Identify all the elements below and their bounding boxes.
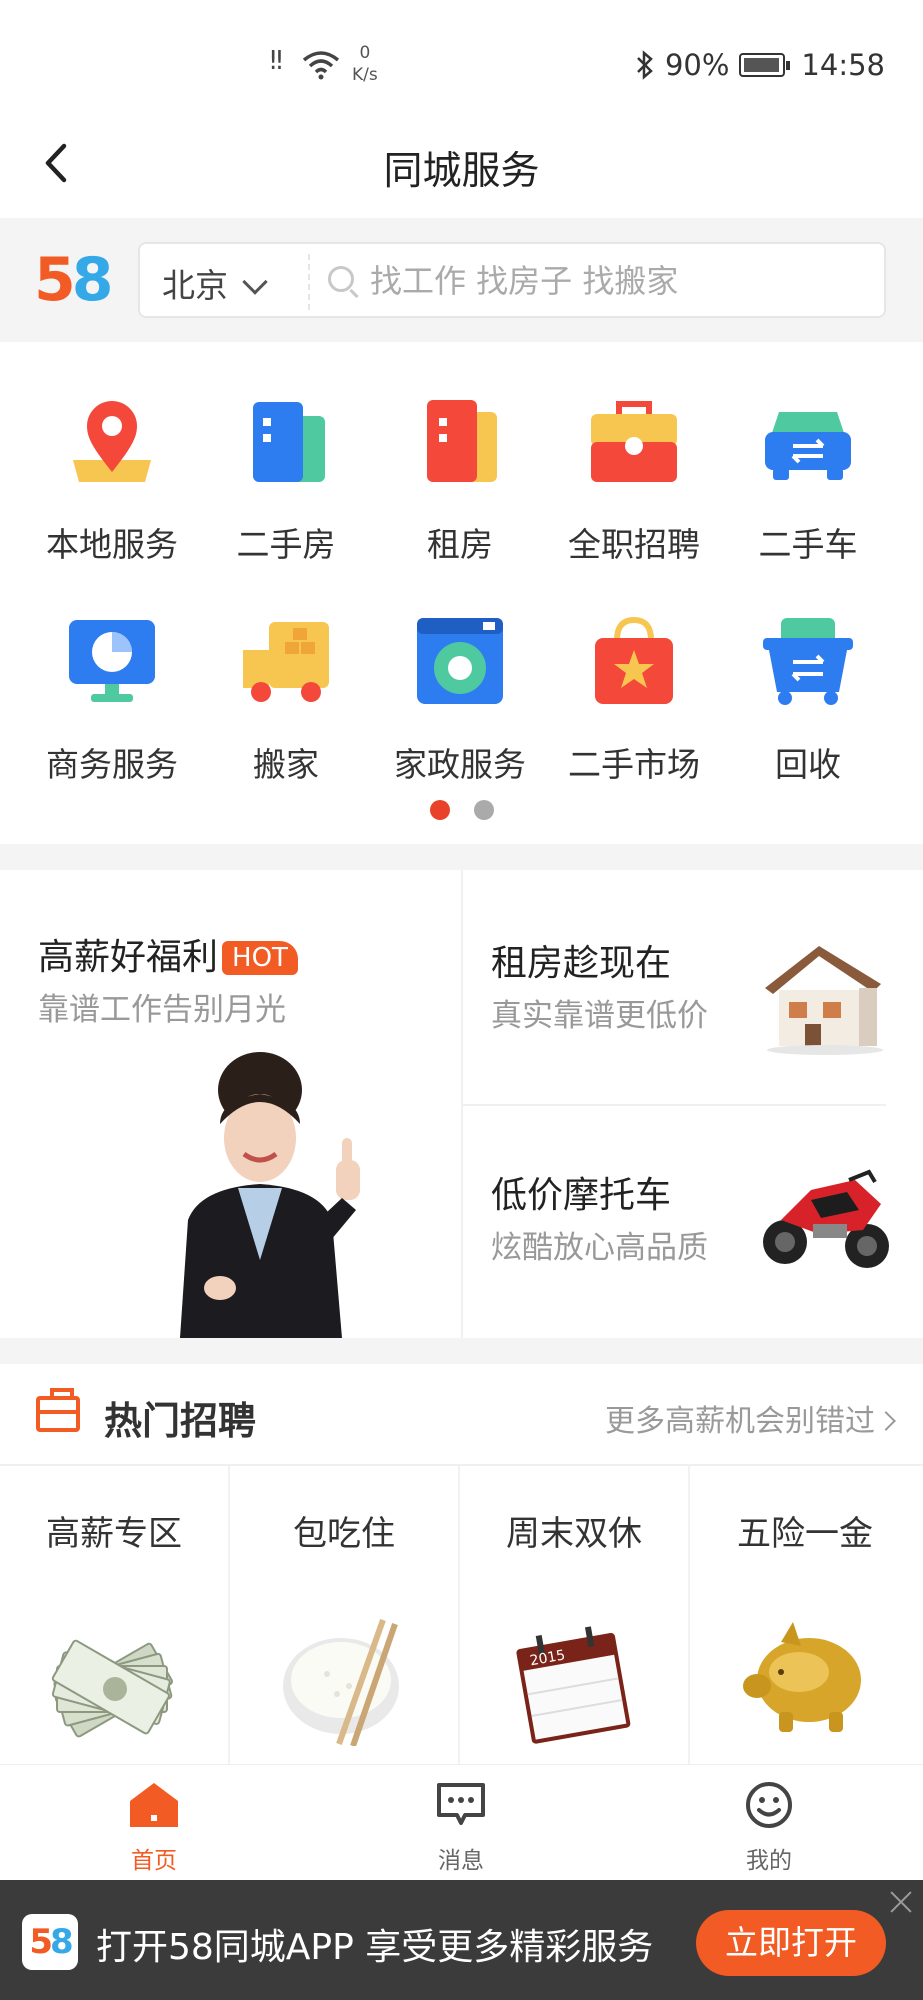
bluetooth-icon [637, 50, 653, 80]
location-pin-icon [73, 401, 151, 482]
promo-title: 高薪好福利 HOT [38, 928, 298, 980]
category-used-car[interactable]: 二手车 [720, 394, 896, 566]
category-fulltime-jobs[interactable]: 全职招聘 [546, 394, 722, 566]
tab-messages[interactable]: 消息 [401, 1781, 521, 1875]
tab-label: 我的 [746, 1848, 792, 1874]
category-grid: 本地服务 二手房 租房 全职招聘 二手车 商务服务 搬家 家政服务 二手市场 回… [0, 342, 923, 844]
category-second-hand-market[interactable]: 二手市场 [546, 614, 722, 786]
job-category-benefits[interactable]: 五险一金 [690, 1466, 920, 1764]
message-icon [437, 1783, 485, 1825]
hot-badge: HOT [222, 941, 298, 975]
tab-label: 消息 [438, 1848, 484, 1874]
network-speed: 0 K/s [352, 43, 378, 85]
smiley-icon [746, 1782, 792, 1828]
bottom-tab-bar: 首页 消息 我的 [0, 1764, 923, 1880]
promo-rent[interactable]: 租房趁现在 真实靠谱更低价 [463, 870, 923, 1104]
battery-percent: 90% [664, 48, 730, 82]
car-icon [765, 412, 851, 480]
page-title: 同城服务 [383, 149, 540, 194]
briefcase-icon [591, 401, 677, 482]
category-label: 二手房 [236, 525, 336, 564]
tab-me[interactable]: 我的 [709, 1781, 829, 1875]
recycle-cart-icon [763, 618, 853, 705]
job-category-label: 周末双休 [506, 1514, 642, 1554]
more-jobs-link[interactable]: 更多高薪机会别错过 [605, 1396, 896, 1440]
promo-title: 租房趁现在 [491, 943, 672, 984]
promo-subtitle: 真实靠谱更低价 [491, 998, 708, 1034]
banner-text: 打开58同城APP 享受更多精彩服务 [96, 1927, 654, 1968]
money-icon [51, 1639, 173, 1738]
piggy-bank-icon [743, 1622, 861, 1732]
search-input[interactable] [370, 258, 860, 304]
notification-icon: ‼ [270, 46, 283, 76]
category-label: 二手车 [758, 525, 858, 564]
search-icon [328, 266, 354, 292]
search-row: 58 北京 [0, 218, 923, 342]
battery-icon [739, 53, 791, 77]
open-app-banner: 58 打开58同城APP 享受更多精彩服务 立即打开 [0, 1880, 923, 2000]
calendar-icon: 2015 [516, 1626, 631, 1744]
washing-machine-icon [417, 618, 503, 704]
promo-motorcycle[interactable]: 低价摩托车 炫酷放心高品质 [463, 1106, 923, 1338]
category-label: 二手市场 [568, 745, 700, 784]
job-category-label: 高薪专区 [46, 1514, 182, 1554]
category-label: 搬家 [253, 745, 319, 784]
category-label: 商务服务 [46, 745, 178, 784]
house-image [765, 946, 883, 1055]
promo-section: 高薪好福利 HOT 靠谱工作告别月光 租房趁现在 真实靠谱更低价 低价摩托车 炫… [0, 870, 923, 1338]
58-app-logo: 58 [22, 1914, 78, 1970]
open-app-button[interactable]: 立即打开 [696, 1910, 886, 1976]
category-business-service[interactable]: 商务服务 [24, 614, 200, 786]
hot-jobs-section: 热门招聘 更多高薪机会别错过 高薪专区 包吃住 周末双休 2015 五险一金 [0, 1364, 923, 1764]
chevron-down-icon [242, 269, 268, 295]
category-label: 回收 [775, 745, 841, 784]
promo-title: 低价摩托车 [491, 1175, 672, 1216]
motorcycle-image [763, 1169, 889, 1268]
tab-home[interactable]: 首页 [94, 1781, 214, 1875]
city-selector[interactable]: 北京 [162, 259, 268, 307]
category-second-hand-house[interactable]: 二手房 [198, 394, 374, 566]
category-label: 家政服务 [394, 745, 526, 784]
buildings-icon [253, 402, 325, 482]
divider [308, 254, 310, 310]
job-category-room-board[interactable]: 包吃住 [230, 1466, 460, 1764]
category-rent[interactable]: 租房 [372, 394, 548, 566]
category-label: 租房 [427, 525, 493, 564]
close-icon[interactable] [887, 1888, 915, 1916]
rental-building-icon [427, 400, 497, 482]
section-title: 热门招聘 [104, 1399, 257, 1443]
category-housekeeping[interactable]: 家政服务 [372, 614, 548, 786]
hot-jobs-header: 热门招聘 更多高薪机会别错过 [0, 1364, 923, 1466]
category-moving[interactable]: 搬家 [198, 614, 374, 786]
page-dot[interactable] [473, 800, 494, 820]
category-label: 本地服务 [46, 525, 178, 564]
rice-bowl-icon [283, 1618, 399, 1746]
moving-truck-icon [243, 622, 329, 702]
shopping-bag-star-icon [595, 616, 673, 704]
status-bar: ‼ 0 K/s 90% 14:58 [0, 0, 923, 110]
job-category-high-salary[interactable]: 高薪专区 [0, 1466, 230, 1764]
category-recycle[interactable]: 回收 [720, 614, 896, 786]
wifi-icon [302, 51, 340, 80]
category-label: 全职招聘 [568, 525, 700, 564]
businesswoman-image [180, 1052, 360, 1338]
search-box[interactable]: 北京 [138, 242, 886, 318]
tab-label: 首页 [131, 1848, 177, 1874]
promo-high-salary[interactable]: 高薪好福利 HOT 靠谱工作告别月光 [0, 870, 461, 1338]
job-category-label: 五险一金 [737, 1514, 873, 1554]
58-logo[interactable]: 58 [34, 250, 113, 310]
job-category-weekends-off[interactable]: 周末双休 2015 [460, 1466, 690, 1764]
promo-subtitle: 炫酷放心高品质 [491, 1230, 708, 1266]
page-dot-active[interactable] [429, 800, 450, 820]
chevron-right-icon [876, 1411, 896, 1431]
category-local-service[interactable]: 本地服务 [24, 394, 200, 566]
home-icon [130, 1783, 178, 1827]
promo-subtitle: 靠谱工作告别月光 [38, 992, 286, 1028]
monitor-chart-icon [69, 620, 155, 702]
title-bar: 同城服务 [0, 110, 923, 218]
clock: 14:58 [801, 48, 885, 82]
briefcase-icon [36, 1388, 80, 1432]
page-indicator [0, 800, 923, 824]
job-category-label: 包吃住 [293, 1514, 395, 1554]
